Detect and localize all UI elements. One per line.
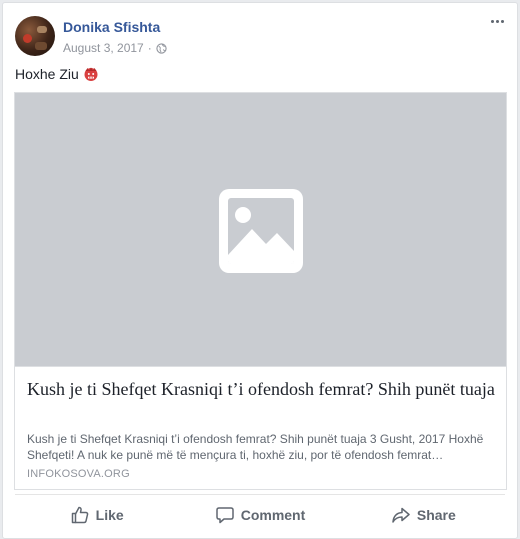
share-button[interactable]: Share bbox=[342, 495, 505, 531]
avatar[interactable] bbox=[15, 16, 55, 56]
thumbs-up-icon bbox=[71, 506, 88, 524]
post-meta: August 3, 2017 · bbox=[63, 41, 167, 55]
post-text: Hoxhe Ziu bbox=[15, 66, 99, 82]
link-image[interactable] bbox=[15, 93, 506, 367]
post-message: Hoxhe Ziu bbox=[15, 66, 79, 82]
post-card: Donika Sfishta August 3, 2017 · Hoxhe Zi… bbox=[2, 2, 518, 539]
globe-icon[interactable] bbox=[156, 42, 167, 54]
like-button[interactable]: Like bbox=[15, 495, 178, 531]
comment-icon bbox=[215, 507, 234, 524]
link-description: Kush je ti Shefqet Krasniqi t’i ofendosh… bbox=[27, 432, 484, 462]
author-name[interactable]: Donika Sfishta bbox=[63, 19, 160, 35]
share-label: Share bbox=[416, 507, 456, 523]
like-label: Like bbox=[95, 507, 124, 523]
comment-button[interactable]: Comment bbox=[178, 495, 341, 531]
link-domain: INFOKOSOVA.ORG bbox=[27, 468, 130, 480]
more-options-icon[interactable] bbox=[487, 13, 507, 29]
image-placeholder-icon bbox=[219, 189, 303, 273]
link-preview[interactable]: Kush je ti Shefqet Krasniqi t’i ofendosh… bbox=[14, 92, 507, 490]
meta-separator: · bbox=[147, 41, 152, 55]
post-date[interactable]: August 3, 2017 bbox=[63, 41, 144, 55]
share-arrow-icon bbox=[392, 507, 410, 523]
angry-face-emoji bbox=[84, 67, 98, 81]
comment-label: Comment bbox=[240, 507, 306, 523]
action-bar: Like Comment Share bbox=[15, 494, 505, 531]
link-title[interactable]: Kush je ti Shefqet Krasniqi t’i ofendosh… bbox=[27, 378, 497, 400]
